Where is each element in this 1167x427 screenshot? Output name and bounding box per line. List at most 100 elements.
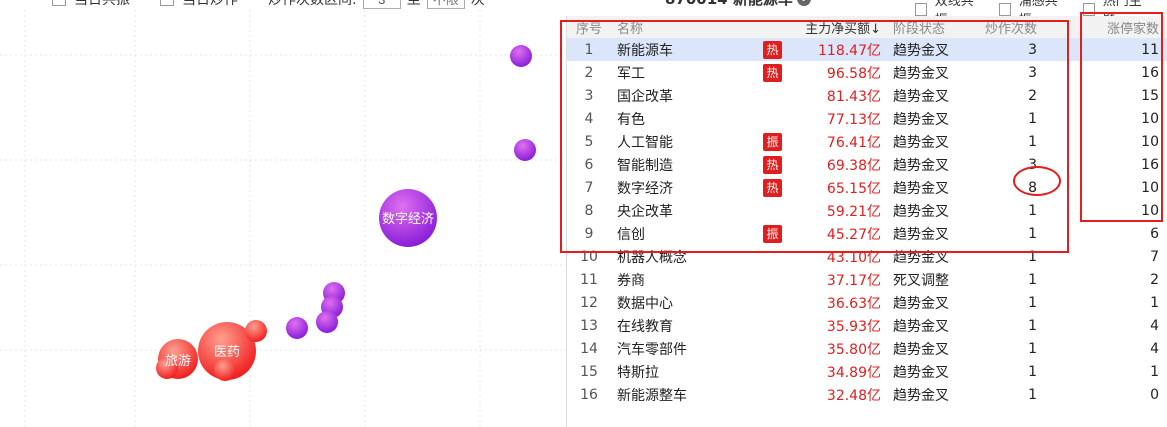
row-index: 2: [584, 64, 594, 81]
row-tag: 振: [763, 222, 793, 245]
same-day-resonance-checkbox[interactable]: 当日共振: [52, 0, 130, 9]
row-ops: 8: [1028, 179, 1037, 196]
row-tag: [763, 291, 793, 314]
header-index[interactable]: 序号: [567, 16, 611, 38]
table-row[interactable]: 5 人工智能 振 76.41亿 趋势金叉 1 10: [567, 130, 1167, 153]
row-limit-up: 1: [1150, 294, 1159, 311]
header-limit-up[interactable]: 涨停家数: [1049, 16, 1167, 38]
row-ops: 1: [1028, 225, 1037, 242]
row-tag: 热: [763, 153, 793, 176]
table-row[interactable]: 8 央企改革 59.21亿 趋势金叉 1 10: [567, 199, 1167, 222]
range-min-input[interactable]: [362, 0, 401, 9]
row-tag: [763, 245, 793, 268]
table-row[interactable]: 13 在线教育 35.93亿 趋势金叉 1 4: [567, 314, 1167, 337]
bubble[interactable]: [286, 317, 308, 339]
row-limit-up: 10: [1141, 110, 1159, 127]
table-row[interactable]: 6 智能制造 热 69.38亿 趋势金叉 3 16: [567, 153, 1167, 176]
row-stage: 趋势金叉: [893, 65, 949, 82]
row-name: 券商: [617, 272, 645, 289]
row-limit-up: 0: [1150, 386, 1159, 403]
row-amount: 43.10亿: [826, 249, 881, 266]
row-amount: 77.13亿: [826, 111, 881, 128]
row-index: 16: [580, 386, 598, 403]
bubble[interactable]: [514, 139, 536, 161]
row-stage: 趋势金叉: [893, 203, 949, 220]
table-row[interactable]: 1 新能源车热 118.47亿 趋势金叉 3 11: [567, 38, 1167, 61]
table-row[interactable]: 12 数据中心 36.63亿 趋势金叉 1 1: [567, 291, 1167, 314]
header-tag: [763, 16, 793, 38]
row-name: 新能源整车: [617, 387, 687, 404]
row-amount: 59.21亿: [826, 203, 881, 220]
table-row[interactable]: 16 新能源整车 32.48亿 趋势金叉 1 0: [567, 383, 1167, 406]
row-stage: 趋势金叉: [893, 341, 949, 358]
row-tag: [763, 268, 793, 291]
row-limit-up: 16: [1141, 64, 1159, 81]
row-name: 央企改革: [617, 203, 673, 220]
row-tag: [763, 383, 793, 406]
header-stage[interactable]: 阶段状态: [881, 16, 981, 38]
row-ops: 2: [1028, 87, 1037, 104]
row-limit-up: 4: [1150, 340, 1159, 357]
same-day-hype-checkbox[interactable]: 当日炒作: [160, 0, 238, 9]
row-amount: 69.38亿: [826, 157, 881, 174]
row-index: 7: [584, 179, 594, 196]
row-ops: 1: [1028, 110, 1037, 127]
row-amount: 65.15亿: [826, 180, 881, 197]
table-row[interactable]: 4 有色 77.13亿 趋势金叉 1 10: [567, 107, 1167, 130]
row-stage: 趋势金叉: [881, 38, 981, 61]
tag-badge: 热: [763, 178, 782, 197]
sector-table: 序号 名称 主力净买额↓ 阶段状态 炒作次数 涨停家数 1 新能源车热 118.47…: [567, 16, 1167, 406]
row-amount: 118.47亿: [793, 38, 881, 61]
table-row[interactable]: 2 军工 热 96.58亿 趋势金叉 3 16: [567, 61, 1167, 84]
row-ops: 3: [1028, 156, 1037, 173]
bubble[interactable]: [316, 311, 338, 333]
table-row[interactable]: 14 汽车零部件 35.80亿 趋势金叉 1 4: [567, 337, 1167, 360]
row-tag: 热: [763, 61, 793, 84]
row-ops: 1: [1028, 271, 1037, 288]
header-name[interactable]: 名称: [611, 16, 763, 38]
row-limit-up: 2: [1150, 271, 1159, 288]
row-name: 新能源车: [611, 38, 763, 61]
tag-badge: 热: [763, 40, 782, 59]
table-row[interactable]: 7 数字经济 热 65.15亿 趋势金叉 8 10: [567, 176, 1167, 199]
table-row[interactable]: 15 特斯拉 34.89亿 趋势金叉 1 1: [567, 360, 1167, 383]
row-name: 数据中心: [617, 295, 673, 312]
range-max-input[interactable]: [426, 0, 465, 9]
row-name: 数字经济: [617, 180, 673, 197]
header-amount-sorted[interactable]: 主力净买额↓: [793, 16, 881, 38]
row-stage: 趋势金叉: [893, 157, 949, 174]
row-limit-up: 10: [1141, 133, 1159, 150]
table-row[interactable]: 10 机器人概念 43.10亿 趋势金叉 1 7: [567, 245, 1167, 268]
header-ops[interactable]: 炒作次数: [981, 16, 1049, 38]
row-stage: 趋势金叉: [893, 180, 949, 197]
row-ops: 1: [1028, 202, 1037, 219]
help-icon[interactable]: ?: [796, 0, 811, 6]
bubble[interactable]: [214, 359, 236, 381]
row-stage: 趋势金叉: [893, 226, 949, 243]
row-ops: 1: [1028, 133, 1037, 150]
row-limit-up: 16: [1141, 156, 1159, 173]
chart-grid: [0, 10, 566, 427]
row-ops: 3: [981, 38, 1049, 61]
row-limit-up: 4: [1150, 317, 1159, 334]
table-row[interactable]: 11 券商 37.17亿 死叉调整 1 2: [567, 268, 1167, 291]
row-amount: 35.80亿: [826, 341, 881, 358]
row-tag: 热: [763, 38, 793, 61]
row-tag: [763, 199, 793, 222]
bubble-label: 旅游: [165, 354, 191, 369]
row-amount: 76.41亿: [826, 134, 881, 151]
bubble[interactable]: [510, 45, 532, 67]
checkbox-icon: [52, 0, 66, 6]
checkbox-icon: [1083, 2, 1095, 16]
row-tag: 热: [763, 176, 793, 199]
table-row[interactable]: 9 信创 振 45.27亿 趋势金叉 1 6: [567, 222, 1167, 245]
row-index: 13: [580, 317, 598, 334]
row-ops: 3: [1028, 64, 1037, 81]
row-tag: [763, 84, 793, 107]
bubble[interactable]: [245, 320, 267, 342]
table-row[interactable]: 3 国企改革 81.43亿 趋势金叉 2 15: [567, 84, 1167, 107]
row-tag: [763, 337, 793, 360]
row-amount: 81.43亿: [826, 88, 881, 105]
checkbox-icon: [999, 2, 1011, 16]
row-index: 8: [584, 202, 594, 219]
